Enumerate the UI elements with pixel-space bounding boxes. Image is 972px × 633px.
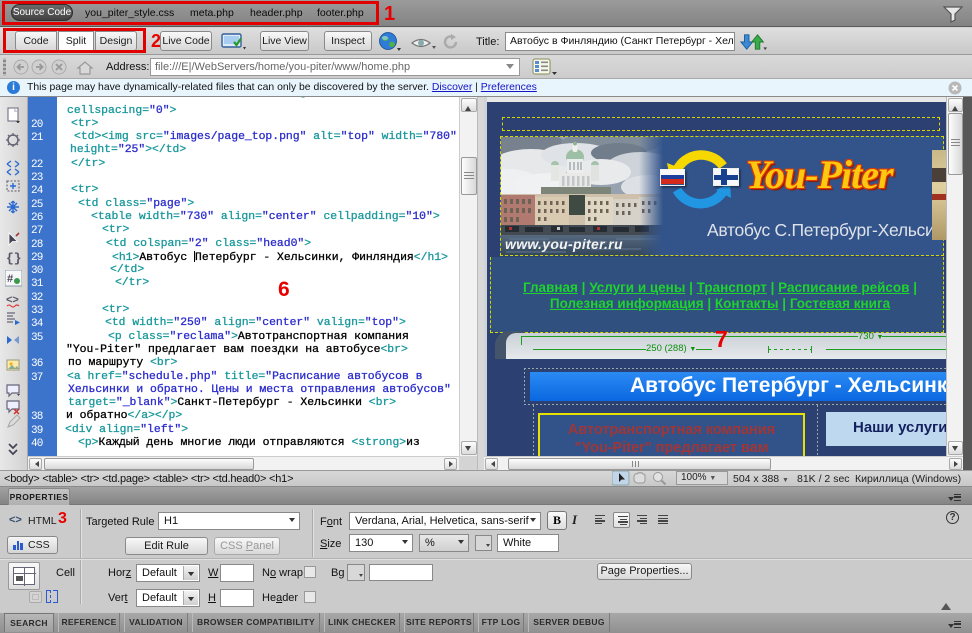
- svg-text:{}: {}: [6, 251, 22, 266]
- svg-text:<>: <>: [6, 294, 19, 306]
- svg-text:#: #: [7, 273, 13, 285]
